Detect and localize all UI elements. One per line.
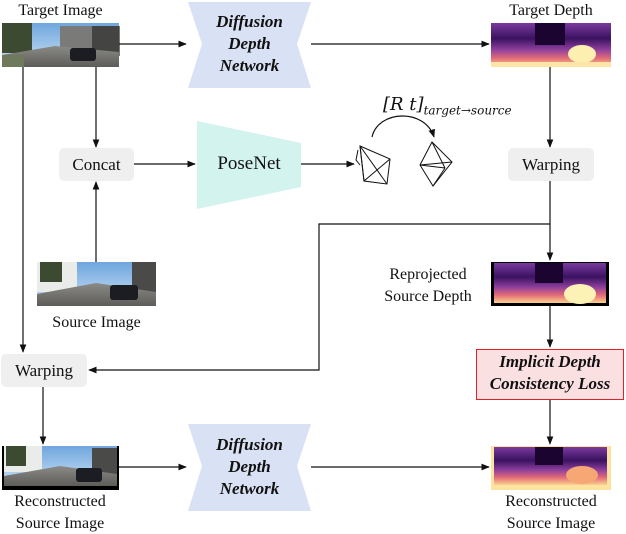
arrow-pose-curve <box>371 115 435 138</box>
diffusion-depth-network-bottom: Diffusion Depth Network <box>188 434 311 500</box>
source-camera-icon <box>355 145 391 185</box>
reconstructed-image-label-1: Reconstructed <box>14 493 106 510</box>
reprojected-depth-label-1: Reprojected <box>389 266 467 283</box>
target-depth-label: Target Depth <box>509 2 593 19</box>
target-image-label: Target Image <box>18 2 103 19</box>
reconstructed-depth-label-1: Reconstructed <box>505 493 597 510</box>
diffusion-bottom-line3: Network <box>219 479 280 498</box>
target-depth-map <box>491 23 611 67</box>
diffusion-top-line2: Depth <box>228 34 271 53</box>
diffusion-top-line1: Diffusion <box>216 12 283 31</box>
pose-transform-main: [R t] <box>383 94 424 115</box>
pose-transform-subscript: target→source <box>423 103 512 118</box>
diffusion-depth-network-top: Diffusion Depth Network <box>188 11 311 77</box>
loss-line1: Implicit Depth <box>499 352 601 371</box>
diffusion-bottom-line1: Diffusion <box>216 435 283 454</box>
camera-pose-icons <box>355 141 453 187</box>
diffusion-top-line3: Network <box>219 56 280 75</box>
reconstructed-depth-label-2: Source Image <box>506 515 596 532</box>
source-image-label: Source Image <box>52 314 141 331</box>
diagram-canvas <box>2 2 611 511</box>
concat-box: Concat <box>59 148 134 181</box>
diffusion-bottom-line2: Depth <box>228 457 271 476</box>
implicit-depth-consistency-loss-box: Implicit Depth Consistency Loss <box>476 349 624 400</box>
reprojected-depth-label-2: Source Depth <box>384 288 472 305</box>
warping-left-box: Warping <box>1 354 87 387</box>
source-image-thumbnail <box>37 262 156 306</box>
reconstructed-image-label-2: Source Image <box>15 515 105 532</box>
reconstructed-source-image-thumbnail <box>2 446 119 490</box>
posenet-label: PoseNet <box>217 153 281 174</box>
warping-right-box: Warping <box>508 148 594 181</box>
loss-line2: Consistency Loss <box>489 374 611 393</box>
target-image-thumbnail <box>2 23 120 67</box>
reconstructed-source-depth-map <box>491 446 611 490</box>
reprojected-source-depth-map <box>491 262 609 306</box>
pose-transform-label: [R t]target→source <box>383 94 512 118</box>
target-camera-icon <box>419 141 453 187</box>
